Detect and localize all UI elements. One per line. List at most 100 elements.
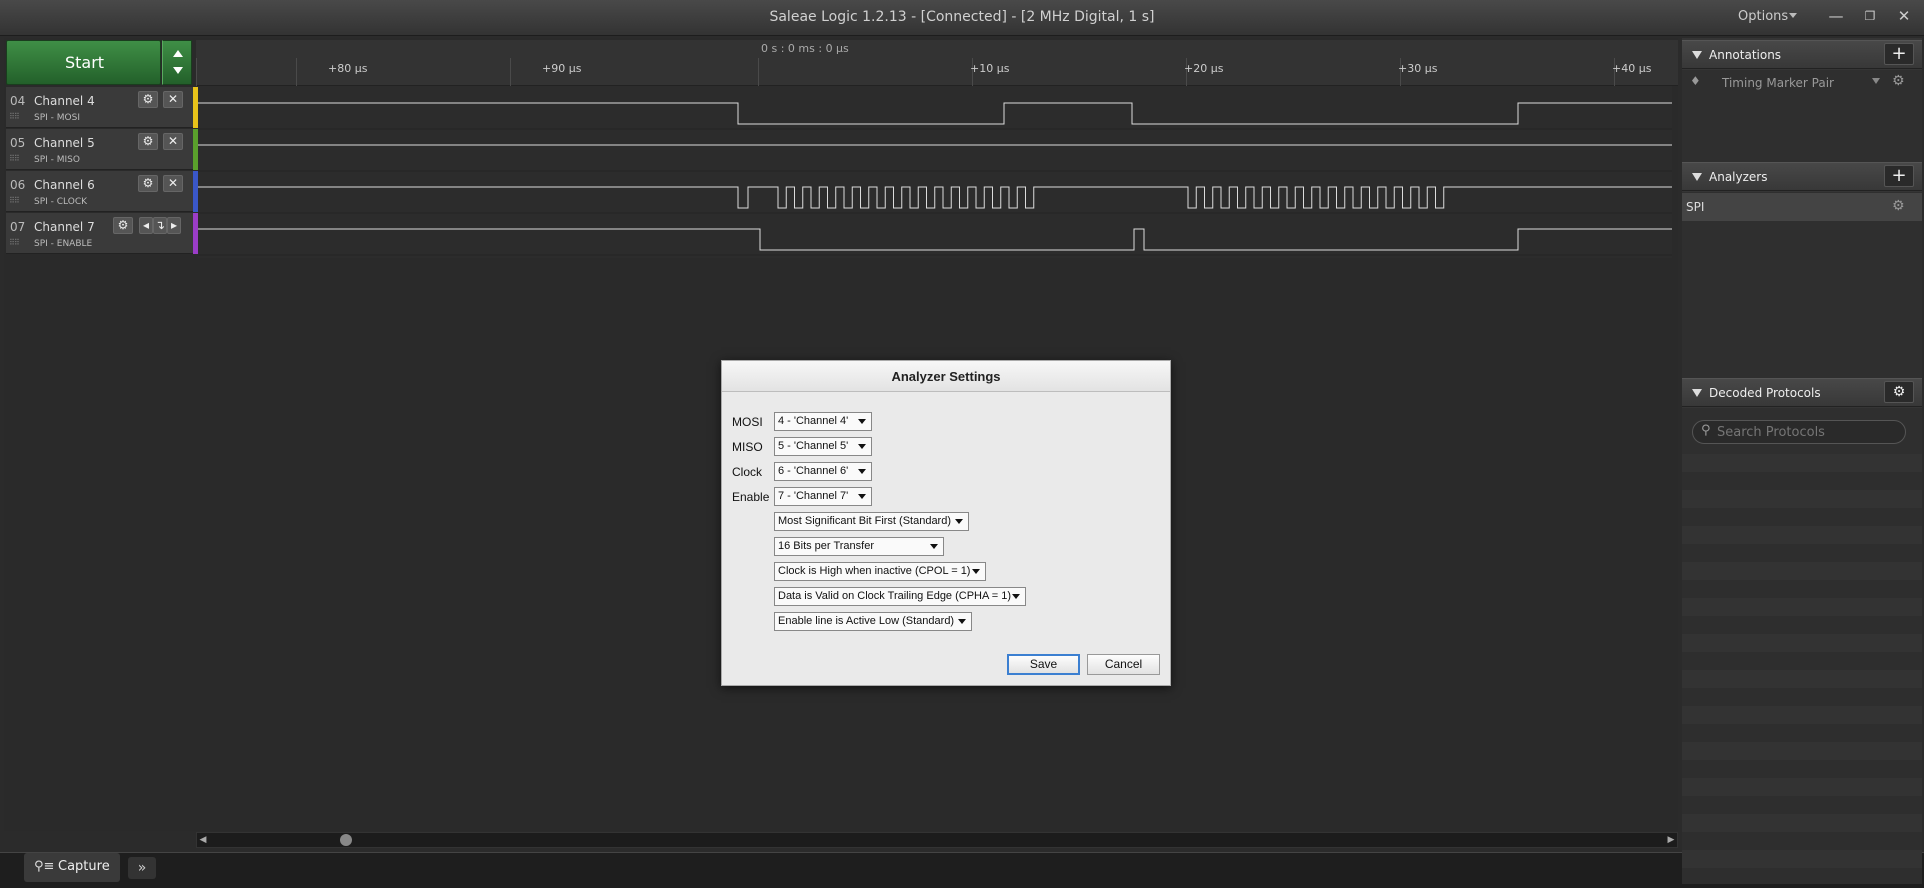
miso-select[interactable]: 5 - 'Channel 5' (774, 437, 872, 456)
waveform-area[interactable] (198, 86, 1672, 258)
channel-analyzer-label: SPI - ENABLE (34, 239, 93, 249)
enable-waveform (198, 228, 1672, 251)
search-input[interactable] (1717, 423, 1897, 441)
analyzers-title: Analyzers (1709, 170, 1768, 184)
ruler-tick: +10 μs (970, 62, 1010, 75)
chevron-down-icon (955, 519, 963, 524)
dialog-title: Analyzer Settings (722, 361, 1170, 392)
options-menu[interactable]: Options (1738, 9, 1788, 24)
app-window: Saleae Logic 1.2.13 - [Connected] - [2 M… (0, 0, 1924, 888)
start-button[interactable]: Start (6, 40, 161, 85)
drag-handle-icon[interactable]: ⠿⠿ (9, 154, 20, 163)
gear-icon[interactable]: ⚙ (138, 133, 158, 150)
mosi-select[interactable]: 4 - 'Channel 4' (774, 412, 872, 431)
chevron-down-icon (972, 569, 980, 574)
drag-handle-icon[interactable]: ⠿⠿ (9, 196, 20, 205)
cancel-button[interactable]: Cancel (1087, 654, 1160, 675)
clock-select[interactable]: 6 - 'Channel 6' (774, 462, 872, 481)
scroll-right-icon[interactable]: ▶ (1664, 832, 1678, 848)
channel-number: 06 (10, 178, 26, 192)
collapse-triangle-icon[interactable] (1692, 389, 1702, 397)
chevron-down-icon (858, 419, 866, 424)
channel-name[interactable]: Channel 4 (34, 94, 95, 108)
scroll-left-icon[interactable]: ◀ (196, 832, 210, 848)
miso-label: MISO (732, 440, 763, 454)
cpha-select[interactable]: Data is Valid on Clock Trailing Edge (CP… (774, 587, 1026, 606)
restore-button[interactable]: ❐ (1857, 4, 1883, 28)
enable-select-value: 7 - 'Channel 7' (778, 490, 849, 502)
collapse-triangle-icon[interactable] (1692, 51, 1702, 59)
bits-per-transfer-select[interactable]: 16 Bits per Transfer (774, 537, 944, 556)
channel-name[interactable]: Channel 5 (34, 136, 95, 150)
analyzer-name: SPI (1686, 200, 1705, 214)
start-label: Start (64, 53, 105, 72)
channel-row[interactable]: 07 ⠿⠿ Channel 7 SPI - ENABLE ⚙ ◂ ↴ ▸ (6, 213, 193, 254)
chevron-down-icon (1012, 594, 1020, 599)
channel-analyzer-label: SPI - CLOCK (34, 197, 88, 207)
close-window-button[interactable]: ✕ (1891, 4, 1917, 28)
timing-marker-pair[interactable]: Timing Marker Pair (1722, 76, 1834, 90)
annotations-title: Annotations (1709, 48, 1782, 62)
scrollbar-thumb[interactable] (340, 834, 352, 846)
gear-icon[interactable]: ⚙ (1892, 73, 1905, 89)
analyzer-item-spi[interactable]: SPI ⚙ (1682, 193, 1922, 221)
bottom-bar (0, 852, 1924, 888)
arrow-up-icon (173, 50, 183, 57)
expand-tabs-button[interactable]: » (128, 857, 156, 879)
bits-per-transfer-value: 16 Bits per Transfer (778, 540, 874, 552)
chevron-down-icon (858, 444, 866, 449)
drag-handle-icon[interactable]: ⠿⠿ (9, 238, 20, 247)
trigger-falling-icon[interactable]: ↴ (153, 217, 167, 234)
enable-select[interactable]: 7 - 'Channel 7' (774, 487, 872, 506)
mosi-label: MOSI (732, 415, 763, 429)
mosi-waveform (198, 102, 1672, 125)
gear-icon[interactable]: ⚙ (113, 217, 133, 234)
waveforms-svg (198, 102, 1672, 256)
drag-handle-icon[interactable]: ⠿⠿ (9, 112, 20, 121)
channel-name[interactable]: Channel 6 (34, 178, 95, 192)
save-button[interactable]: Save (1007, 654, 1080, 675)
trigger-none-icon[interactable]: ✕ (163, 175, 183, 192)
arrow-down-icon (173, 67, 183, 74)
miso-select-value: 5 - 'Channel 5' (778, 440, 849, 452)
trigger-rising-icon[interactable]: ◂ (139, 217, 153, 234)
timing-dropdown-icon[interactable] (1872, 78, 1880, 84)
gear-icon[interactable]: ⚙ (138, 91, 158, 108)
gear-icon[interactable]: ⚙ (138, 175, 158, 192)
cpol-select[interactable]: Clock is High when inactive (CPOL = 1) (774, 562, 986, 581)
channel-analyzer-label: SPI - MISO (34, 155, 80, 165)
horizontal-scrollbar[interactable] (196, 832, 1678, 848)
trigger-next-icon[interactable]: ▸ (167, 217, 181, 234)
collapse-triangle-icon[interactable] (1692, 173, 1702, 181)
gear-icon[interactable]: ⚙ (1884, 381, 1914, 403)
channel-row[interactable]: 04 ⠿⠿ Channel 4 SPI - MOSI ⚙ ✕ (6, 87, 193, 128)
options-dropdown-icon[interactable] (1789, 13, 1797, 18)
decoded-protocols-title: Decoded Protocols (1709, 386, 1821, 400)
channel-number: 07 (10, 220, 26, 234)
trigger-none-icon[interactable]: ✕ (163, 133, 183, 150)
ruler-tick: +20 μs (1184, 62, 1224, 75)
clock-waveform (198, 186, 1672, 209)
gear-icon[interactable]: ⚙ (1892, 198, 1905, 214)
capture-tab[interactable]: ⚲≡ Capture (24, 853, 120, 882)
window-title: Saleae Logic 1.2.13 - [Connected] - [2 M… (769, 9, 1155, 25)
capture-tab-label: Capture (58, 859, 110, 874)
start-options-button[interactable] (162, 40, 192, 85)
pin-icon[interactable]: ♦ (1690, 74, 1701, 88)
time-ruler[interactable]: 0 s : 0 ms : 0 μs +80 μs +90 μs +10 μs +… (196, 40, 1678, 86)
enable-polarity-select[interactable]: Enable line is Active Low (Standard) (774, 612, 972, 631)
mosi-select-value: 4 - 'Channel 4' (778, 415, 849, 427)
bit-order-select[interactable]: Most Significant Bit First (Standard) (774, 512, 969, 531)
trigger-none-icon[interactable]: ✕ (163, 91, 183, 108)
enable-polarity-value: Enable line is Active Low (Standard) (778, 615, 955, 627)
channel-row[interactable]: 05 ⠿⠿ Channel 5 SPI - MISO ⚙ ✕ (6, 129, 193, 170)
add-annotation-button[interactable]: + (1884, 43, 1914, 65)
add-analyzer-button[interactable]: + (1884, 165, 1914, 187)
minimize-button[interactable]: — (1823, 4, 1849, 28)
search-icon: ⚲ (1701, 423, 1711, 438)
channel-row[interactable]: 06 ⠿⠿ Channel 6 SPI - CLOCK ⚙ ✕ (6, 171, 193, 212)
decoded-protocols-list[interactable] (1682, 454, 1922, 884)
search-protocols-field[interactable]: ⚲ (1692, 420, 1906, 444)
channel-name[interactable]: Channel 7 (34, 220, 95, 234)
cpol-value: Clock is High when inactive (CPOL = 1) (778, 565, 971, 577)
